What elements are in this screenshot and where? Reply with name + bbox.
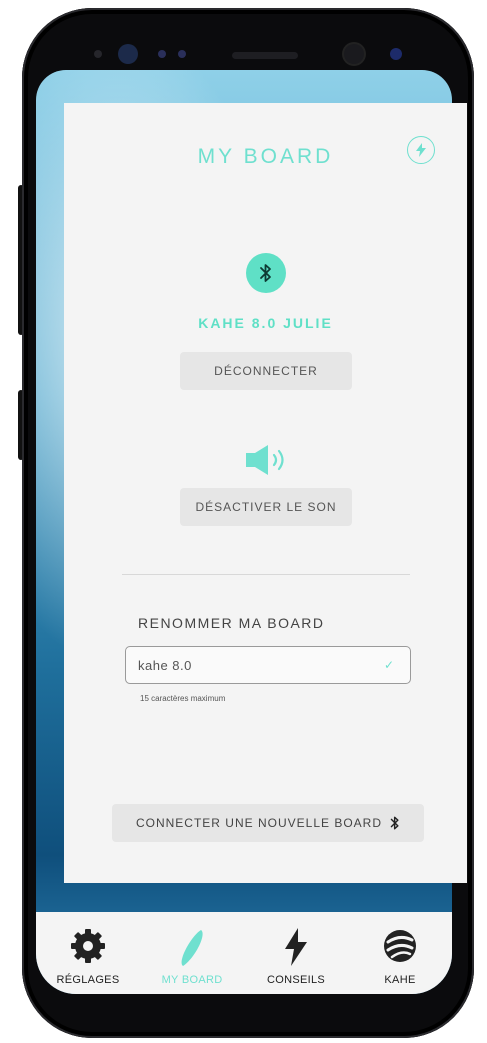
tab-label: MY BOARD xyxy=(161,974,223,986)
tab-label: RÉGLAGES xyxy=(56,974,120,986)
lightning-icon xyxy=(285,928,307,966)
phone-top-bezel xyxy=(22,8,474,78)
kahe-logo-icon xyxy=(384,930,416,962)
bluetooth-icon xyxy=(390,816,399,830)
bluetooth-icon xyxy=(260,264,271,282)
disconnect-button[interactable]: DÉCONNECTER xyxy=(180,352,352,390)
mute-sound-button[interactable]: DÉSACTIVER LE SON xyxy=(180,488,352,526)
sensor-dot xyxy=(390,48,402,60)
board-card: MY BOARD KAHE 8.0 JULIE DÉCONNECTER DÉSA… xyxy=(64,103,467,883)
tab-label: CONSEILS xyxy=(266,974,326,986)
connect-new-board-label: CONNECTER UNE NOUVELLE BOARD xyxy=(135,816,383,830)
earpiece-speaker xyxy=(232,52,298,59)
board-name-value: kahe 8.0 xyxy=(138,658,192,673)
sensor-dot xyxy=(94,50,102,58)
tab-kahe[interactable]: KAHE xyxy=(348,912,452,994)
sensor-dot xyxy=(158,50,166,58)
connect-new-board-button[interactable]: CONNECTER UNE NOUVELLE BOARD xyxy=(112,804,424,842)
section-divider xyxy=(122,574,410,575)
front-camera-icon xyxy=(118,44,138,64)
check-icon: ✓ xyxy=(383,658,394,672)
tab-reglages[interactable]: RÉGLAGES xyxy=(36,912,140,994)
sensor-dot xyxy=(344,44,364,64)
power-button[interactable] xyxy=(407,136,435,164)
bottom-tab-bar: RÉGLAGES MY BOARD CONSEILS KAHE xyxy=(36,912,452,994)
speaker-icon xyxy=(246,445,296,475)
rename-label: RENOMMER MA BOARD xyxy=(138,615,325,631)
tab-label: KAHE xyxy=(384,974,416,986)
board-name: KAHE 8.0 JULIE xyxy=(198,315,333,331)
sensor-dot xyxy=(178,50,186,58)
gear-icon xyxy=(71,929,105,963)
lightning-icon xyxy=(416,143,426,157)
character-limit-hint: 15 caractères maximum xyxy=(140,694,226,703)
surfboard-icon xyxy=(181,930,203,966)
board-name-field[interactable]: kahe 8.0 ✓ xyxy=(125,646,411,684)
bluetooth-status-icon xyxy=(246,253,286,293)
tab-conseils[interactable]: CONSEILS xyxy=(244,912,348,994)
tab-my-board[interactable]: MY BOARD xyxy=(140,912,244,994)
